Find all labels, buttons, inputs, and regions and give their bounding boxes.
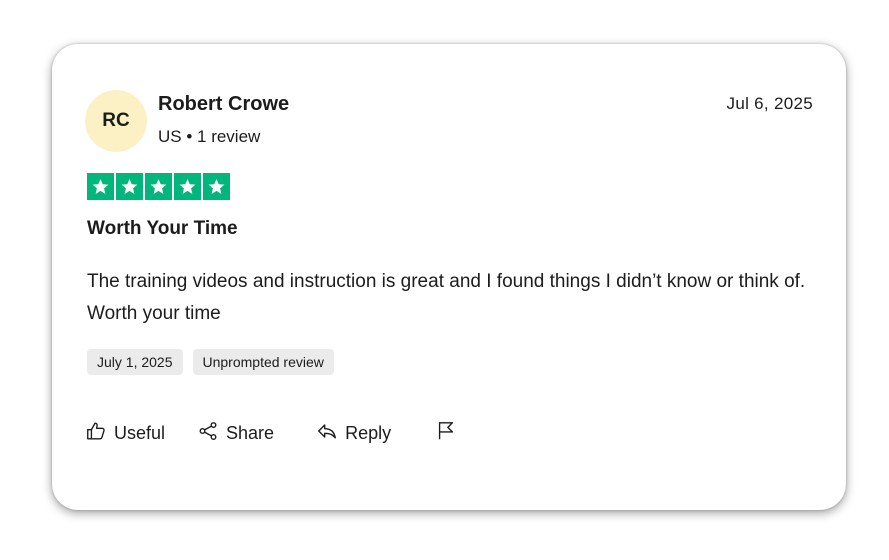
avatar[interactable]: RC bbox=[85, 90, 147, 152]
share-icon bbox=[197, 420, 219, 447]
review-actions: Useful Share Reply bbox=[85, 420, 457, 447]
useful-label: Useful bbox=[114, 423, 166, 443]
report-flag-button[interactable] bbox=[435, 420, 457, 447]
author-name[interactable]: Robert Crowe bbox=[158, 93, 289, 116]
share-button[interactable]: Share bbox=[197, 420, 274, 447]
review-card: RC Robert Crowe US • 1 review Jul 6, 202… bbox=[52, 44, 846, 510]
review-title: Worth Your Time bbox=[87, 218, 238, 239]
useful-button[interactable]: Useful bbox=[85, 420, 165, 447]
reply-icon bbox=[316, 420, 338, 447]
star-icon bbox=[203, 173, 230, 200]
star-icon bbox=[87, 173, 114, 200]
flag-icon bbox=[435, 420, 457, 447]
star-rating bbox=[87, 173, 230, 200]
share-label: Share bbox=[226, 423, 275, 443]
thumbs-up-icon bbox=[85, 420, 107, 447]
reply-button[interactable]: Reply bbox=[316, 420, 391, 447]
avatar-initials: RC bbox=[102, 110, 130, 131]
review-tags: July 1, 2025 Unprompted review bbox=[87, 349, 334, 375]
star-icon bbox=[116, 173, 143, 200]
review-body: The training videos and instruction is g… bbox=[87, 271, 806, 324]
star-icon bbox=[174, 173, 201, 200]
author-meta: US • 1 review bbox=[158, 127, 261, 146]
reply-label: Reply bbox=[345, 423, 392, 443]
review-type-tag[interactable]: Unprompted review bbox=[192, 349, 334, 375]
experience-date-tag: July 1, 2025 bbox=[87, 349, 183, 375]
star-icon bbox=[145, 173, 172, 200]
review-date: Jul 6, 2025 bbox=[726, 94, 813, 113]
